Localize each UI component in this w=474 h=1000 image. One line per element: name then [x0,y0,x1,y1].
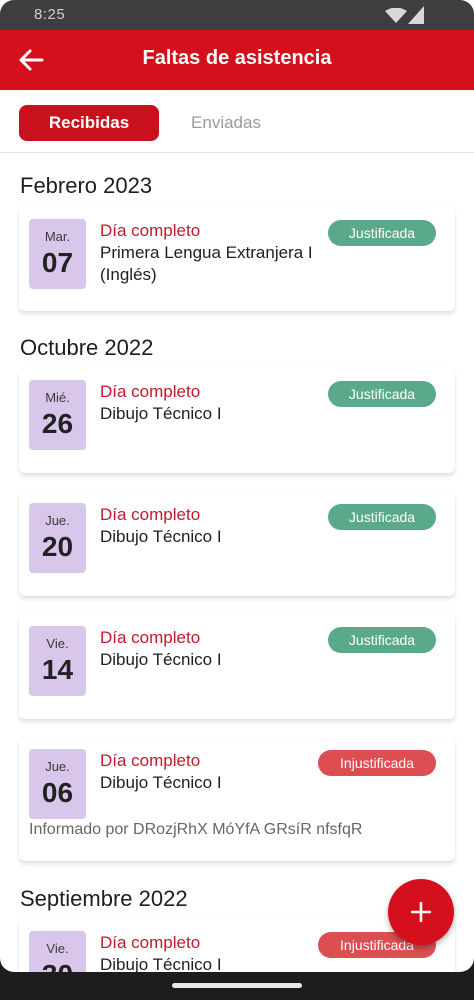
status-badge: Justificada [328,627,436,653]
add-absence-button[interactable] [388,879,454,945]
absence-subject: Dibujo Técnico I [100,773,222,792]
date-day: 06 [41,777,74,808]
tab-recibidas[interactable]: Recibidas [19,105,159,141]
date-box: Vie. 30 [29,931,86,972]
absence-type: Día completo [100,933,201,952]
status-bar: 8:25 [0,0,474,30]
status-badge: Injustificada [318,750,436,776]
home-indicator[interactable] [172,983,302,988]
date-day: 30 [29,959,86,972]
month-header: Febrero 2023 [20,173,153,198]
date-box: Vie. 14 [29,626,86,696]
page-title: Faltas de asistencia [142,47,332,69]
plus-icon [411,902,431,922]
status-badge: Justificada [328,220,436,246]
absence-card[interactable]: Mié. 26 Día completo Dibujo Técnico I Ju… [19,368,455,473]
absence-subject: Dibujo Técnico I [100,955,222,972]
date-box: Mié. 26 [29,380,86,450]
absence-type: Día completo [100,505,201,524]
date-day: 14 [41,654,74,685]
informed-by: Informado por DRozjRhX MóYfA GRsíR nfsfq… [29,821,363,838]
absence-subject: Dibujo Técnico I [100,404,222,423]
date-day: 20 [41,531,74,562]
status-badge: Justificada [328,504,436,530]
date-weekday: Jue. [45,513,70,528]
app-bar: Faltas de asistencia [0,30,474,90]
date-day: 07 [41,247,74,278]
absence-list[interactable]: Febrero 2023 Mar. 07 Día completo Primer… [0,153,474,972]
date-weekday: Vie. [46,636,69,651]
date-box: Mar. 07 [29,219,86,289]
absence-card[interactable]: Vie. 14 Día completo Dibujo Técnico I Ju… [19,614,455,719]
absence-type: Día completo [100,628,201,647]
tab-bar: Recibidas Enviadas [0,90,474,153]
status-badge: Justificada [328,381,436,407]
absence-card[interactable]: Vie. 30 Día completo Dibujo Técnico I In… [19,919,455,972]
absence-card[interactable]: Mar. 07 Día completo Primera Lengua Extr… [19,207,455,311]
tab-enviadas[interactable]: Enviadas [170,105,282,141]
absence-type: Día completo [100,751,201,770]
absence-subject: Dibujo Técnico I [100,650,222,669]
absence-subject: Primera Lengua Extranjera I (Inglés) [100,243,313,284]
absence-card[interactable]: Jue. 06 Día completo Dibujo Técnico I In… [19,737,455,861]
wifi-icon [385,8,407,23]
date-box: Jue. 06 [29,749,86,819]
month-header: Septiembre 2022 [20,886,188,911]
status-time: 8:25 [34,6,66,23]
month-header: Octubre 2022 [20,335,154,360]
date-box: Jue. 20 [29,503,86,573]
date-weekday: Mié. [45,390,70,405]
date-weekday: Mar. [44,229,71,244]
absence-subject: Dibujo Técnico I [100,527,222,546]
absence-card[interactable]: Jue. 20 Día completo Dibujo Técnico I Ju… [19,491,455,596]
signal-icon [408,6,424,24]
date-weekday: Vie. [46,941,69,956]
absence-type: Día completo [100,221,201,240]
date-weekday: Jue. [45,759,70,774]
screen: 8:25 Faltas de asistencia Recibidas Envi… [0,0,474,972]
absence-type: Día completo [100,382,201,401]
date-day: 26 [41,408,74,439]
